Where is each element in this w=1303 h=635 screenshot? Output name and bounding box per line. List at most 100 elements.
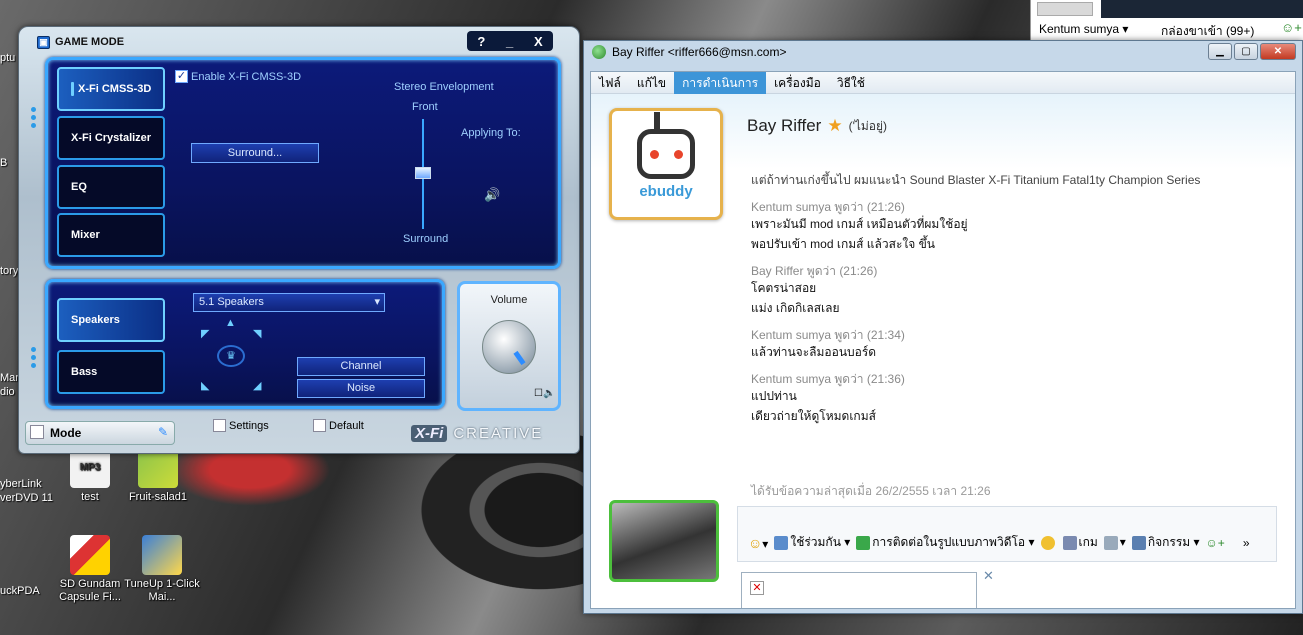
- toolbar-more-button[interactable]: »: [1243, 536, 1250, 550]
- menu-actions[interactable]: การดำเนินการ: [674, 72, 767, 94]
- messenger-title-bar: Bay Riffer <riffer666@msn.com>: [592, 45, 786, 59]
- channel-button[interactable]: Channel: [297, 357, 425, 376]
- default-icon: [313, 419, 326, 432]
- rear-right-speaker-icon: ◢: [253, 380, 262, 392]
- webcam-icon: [856, 535, 871, 550]
- messenger-window-controls: ▁ ▢ ✕: [1208, 43, 1296, 60]
- mute-checkbox[interactable]: ☐🔈: [534, 388, 555, 399]
- speaker-config-dropdown[interactable]: 5.1 Speakers ▾: [193, 293, 385, 312]
- smiley-icon: ☺: [748, 534, 763, 551]
- account-user-menu[interactable]: Kentum sumya ▾: [1039, 22, 1128, 36]
- desktop-edge-label: tory: [0, 265, 19, 277]
- creative-window-title: GAME MODE: [55, 36, 125, 48]
- desktop-edge-label: yberLink: [0, 478, 42, 490]
- tab-speakers[interactable]: Speakers: [57, 298, 165, 342]
- tab-mixer[interactable]: Mixer: [57, 213, 165, 257]
- desktop-icon-tuneup[interactable]: TuneUp 1-Click Mai...: [120, 535, 204, 604]
- help-button[interactable]: ?: [477, 34, 485, 49]
- volume-knob[interactable]: [482, 320, 536, 374]
- tab-xfi-cmss-3d[interactable]: X-Fi CMSS-3D: [57, 67, 165, 111]
- tab-eq[interactable]: EQ: [57, 165, 165, 209]
- tab-indicator-icon: [71, 82, 74, 96]
- creative-console-window: ▣ GAME MODE ? _ X X-Fi CMSS-3D X-Fi Crys…: [18, 26, 580, 454]
- emoticon-menu[interactable]: ☺▾: [748, 535, 768, 551]
- listener-icon: ♛: [217, 345, 245, 367]
- mp3-file-icon: MP3: [70, 448, 110, 488]
- dark-banner: [1101, 0, 1303, 18]
- surround-label: Surround: [403, 233, 449, 245]
- speaker-position-diagram[interactable]: ▲ ◤ ◥ ♛ ◣ ◢: [195, 317, 275, 395]
- tuneup-shield-icon: [142, 535, 182, 575]
- desktop-icon-label: TuneUp 1-Click Mai...: [124, 578, 200, 603]
- user-avatar[interactable]: [609, 500, 719, 582]
- front-left-speaker-icon: ◤: [201, 328, 210, 340]
- side-indicator-dots: [31, 107, 36, 131]
- noise-button[interactable]: Noise: [297, 379, 425, 398]
- minimize-button[interactable]: _: [506, 34, 513, 49]
- menu-tools[interactable]: เครื่องมือ: [766, 72, 829, 94]
- menu-help[interactable]: วิธีใช้: [829, 72, 873, 94]
- nudge-button[interactable]: [1040, 535, 1057, 550]
- tab-bass[interactable]: Bass: [57, 350, 165, 394]
- image-file-icon: [138, 448, 178, 488]
- settings-button[interactable]: Settings: [213, 419, 269, 432]
- menu-edit[interactable]: แก้ไข: [629, 72, 674, 94]
- contact-status: ('ไม่อยู่): [848, 118, 888, 133]
- share-menu[interactable]: ใช้ร่วมกัน ▾: [774, 533, 850, 552]
- creative-logo: X-Fi CREATIVE: [411, 425, 543, 442]
- games-button[interactable]: เกม: [1062, 533, 1098, 552]
- game-icon: [1062, 535, 1077, 550]
- speaker-sound-icon: 🔊: [484, 187, 501, 202]
- menu-bar: ไฟล์ แก้ไข การดำเนินการ เครื่องมือ วิธีใ…: [591, 72, 1295, 94]
- message-line: แล้วท่านจะลืมออนบอร์ด: [751, 345, 877, 359]
- desktop-edge-label: ptu: [0, 52, 16, 64]
- video-call-menu[interactable]: การติดต่อในรูปแบบภาพวิดีโอ ▾: [856, 533, 1035, 552]
- chevron-down-icon: ▾: [374, 296, 380, 308]
- invite-contact-button[interactable]: ☺+: [1206, 536, 1225, 550]
- default-button[interactable]: Default: [313, 419, 364, 432]
- desktop-icon-label: Fruit-salad1: [128, 491, 188, 503]
- message-line: โคตรน่าสอย: [751, 281, 817, 295]
- avatar-brand: ebuddy: [639, 182, 693, 200]
- chat-history: แต่ถ้าท่านเก่งขึ้นไป ผมแนะนำ Sound Blast…: [751, 173, 1291, 426]
- applying-to-label: Applying To:: [461, 127, 521, 139]
- creative-title-bar: ▣ GAME MODE: [37, 33, 124, 51]
- message-line: แปปท่าน: [751, 389, 797, 403]
- add-contact-icon[interactable]: ☺+: [1281, 20, 1302, 35]
- messenger-people-icon: [592, 45, 606, 59]
- minimize-button[interactable]: ▁: [1208, 43, 1232, 60]
- activities-menu[interactable]: กิจกรรม ▾: [1131, 533, 1200, 552]
- top-right-window-fragment: Kentum sumya ▾ กล่องขาเข้า (99+) ☺+: [1030, 0, 1303, 44]
- game-mode-icon: ▣: [37, 35, 50, 49]
- pencil-icon: ✎: [157, 425, 168, 439]
- mode-bar[interactable]: Mode ✎: [25, 421, 175, 445]
- favorite-star-icon[interactable]: ★: [827, 116, 842, 136]
- message-toolbar: ☺▾ ใช้ร่วมกัน ▾ การติดต่อในรูปแบบภาพวิดี…: [737, 506, 1277, 562]
- message-line: แม่ง เกิดกิเลสเลย: [751, 301, 840, 315]
- message-input[interactable]: ✕: [741, 572, 977, 608]
- message-line: แต่ถ้าท่านเก่งขึ้นไป ผมแนะนำ Sound Blast…: [751, 173, 1201, 187]
- activities-icon: [1131, 535, 1146, 550]
- desktop-icon-fruit-salad[interactable]: Fruit-salad1: [116, 448, 200, 504]
- surround-button[interactable]: Surround...: [191, 143, 319, 163]
- volume-label: Volume: [490, 294, 528, 306]
- message-header: Kentum sumya พูดว่า (21:36): [751, 372, 905, 386]
- broken-image-icon: ✕: [750, 581, 764, 595]
- settings-icon: [213, 419, 226, 432]
- menu-file[interactable]: ไฟล์: [591, 72, 629, 94]
- close-button[interactable]: ✕: [1260, 43, 1296, 60]
- front-right-speaker-icon: ◥: [253, 328, 262, 340]
- enable-cmss-checkbox[interactable]: ✓ Enable X-Fi CMSS-3D: [175, 70, 301, 83]
- maximize-button[interactable]: ▢: [1234, 43, 1258, 60]
- inbox-link[interactable]: กล่องขาเข้า (99+): [1161, 22, 1254, 41]
- message-header: Bay Riffer พูดว่า (21:26): [751, 264, 878, 278]
- stereo-envelopment-label: Stereo Envelopment: [394, 81, 494, 93]
- contact-name-heading: Bay Riffer ★ ('ไม่อยู่): [747, 116, 888, 136]
- contact-avatar[interactable]: ebuddy: [609, 108, 723, 220]
- voice-button[interactable]: ▾: [1103, 535, 1126, 550]
- close-button[interactable]: X: [534, 34, 543, 49]
- close-input-icon[interactable]: ✕: [983, 568, 994, 584]
- desktop-edge-label: B: [0, 157, 8, 169]
- envelopment-slider-thumb[interactable]: [415, 167, 431, 179]
- tab-xfi-crystalizer[interactable]: X-Fi Crystalizer: [57, 116, 165, 160]
